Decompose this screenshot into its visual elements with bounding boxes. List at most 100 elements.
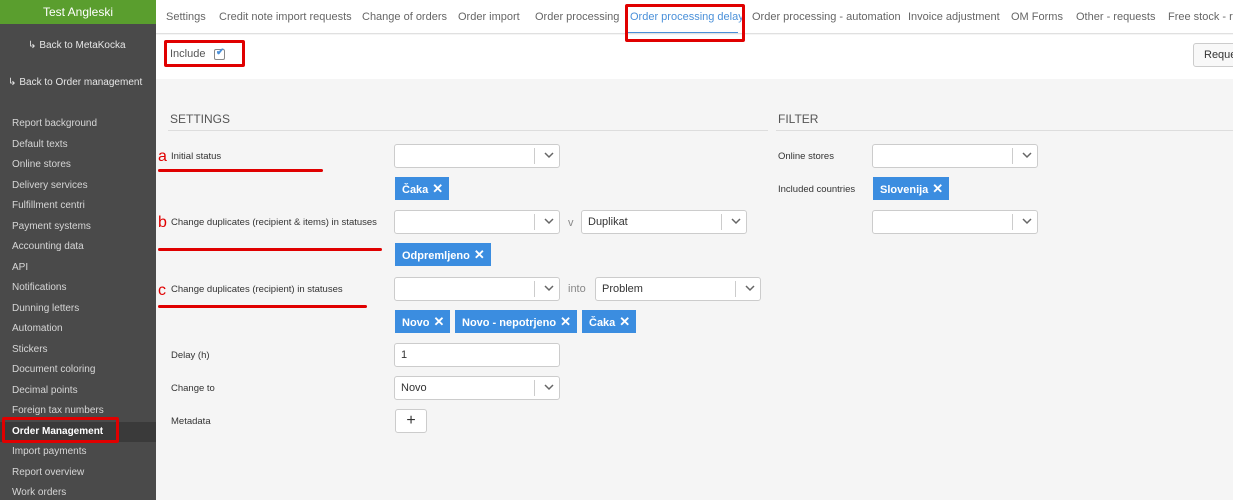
filter-section-title: FILTER: [778, 112, 819, 126]
tab-order-processing-automation[interactable]: Order processing - automation: [752, 11, 901, 23]
tab-credit-note-import-requests[interactable]: Credit note import requests: [219, 11, 352, 23]
chevron-down-icon: [544, 217, 554, 225]
tag-label: Čaka: [402, 184, 429, 196]
chevron-down-icon: [544, 151, 554, 159]
sidebar-item-dunning-letters[interactable]: Dunning letters: [0, 299, 156, 320]
select-separator: [1012, 214, 1013, 230]
initial-status-label: Initial status: [171, 151, 222, 162]
status-tag: Čaka ✕: [395, 177, 450, 200]
delay-value: 1: [401, 349, 408, 361]
chevron-down-icon: [544, 284, 554, 292]
tag-label: Novo: [402, 317, 430, 329]
filter-divider: [776, 130, 1233, 131]
back-to-metakocka-link[interactable]: ↳ Back to MetaKocka: [28, 38, 126, 54]
country-tag: Slovenija ✕: [873, 177, 950, 200]
annotation-b: b: [158, 214, 167, 231]
back-to-order-management-label: Back to Order management: [19, 77, 143, 88]
tag-label: Novo - nepotrjeno: [462, 317, 557, 329]
underline-a: [158, 169, 323, 172]
remove-tag-icon[interactable]: ✕: [432, 181, 443, 196]
sidebar-item-decimal-points[interactable]: Decimal points: [0, 381, 156, 402]
sidebar-item-report-background[interactable]: Report background: [0, 114, 156, 135]
sidebar-item-payment-systems[interactable]: Payment systems: [0, 217, 156, 238]
underline-b: [158, 248, 382, 251]
select-separator: [721, 214, 722, 230]
remove-tag-icon[interactable]: ✕: [619, 314, 630, 329]
select-separator: [534, 148, 535, 164]
sidebar-item-online-stores[interactable]: Online stores: [0, 155, 156, 176]
metadata-label: Metadata: [171, 416, 211, 427]
status-tag: Novo - nepotrjeno ✕: [455, 310, 578, 333]
company-title: Test Angleski: [0, 0, 156, 24]
status-tag: Novo ✕: [395, 310, 451, 333]
tab-om-forms[interactable]: OM Forms: [1011, 11, 1063, 23]
change-duplicates-recipient-select[interactable]: [394, 277, 560, 301]
delay-input[interactable]: 1: [394, 343, 560, 367]
remove-tag-icon[interactable]: ✕: [474, 247, 485, 262]
duplicates-recipient-target-select[interactable]: Problem: [595, 277, 761, 301]
sidebar-item-report-overview[interactable]: Report overview: [0, 463, 156, 484]
tab-other-requests[interactable]: Other - requests: [1076, 11, 1155, 23]
change-duplicates-recipient-label: Change duplicates (recipient) in statuse…: [171, 284, 343, 295]
initial-status-select[interactable]: [394, 144, 560, 168]
sign-out-icon: ↳: [28, 40, 37, 51]
included-countries-label: Included countries: [778, 184, 856, 195]
add-metadata-button[interactable]: +: [395, 409, 427, 433]
change-duplicates-items-label: Change duplicates (recipient & items) in…: [171, 217, 377, 228]
duplicates-recipient-target-value: Problem: [602, 283, 643, 295]
sidebar-item-accounting-data[interactable]: Accounting data: [0, 237, 156, 258]
request-button[interactable]: Reque: [1193, 43, 1233, 67]
settings-section-title: SETTINGS: [170, 112, 231, 126]
select-separator: [1012, 148, 1013, 164]
status-tag: Čaka ✕: [582, 310, 637, 333]
tab-invoice-adjustment[interactable]: Invoice adjustment: [908, 11, 1000, 23]
tab-free-stock[interactable]: Free stock - res: [1168, 11, 1233, 23]
tab-order-processing[interactable]: Order processing: [535, 11, 619, 23]
duplicates-items-target-value: Duplikat: [588, 216, 628, 228]
sidebar-item-document-coloring[interactable]: Document coloring: [0, 360, 156, 381]
tag-label: Slovenija: [880, 184, 929, 196]
back-to-metakocka-label: Back to MetaKocka: [39, 40, 126, 51]
included-countries-select[interactable]: [872, 210, 1038, 234]
status-tag: Odpremljeno ✕: [395, 243, 491, 266]
underline-c: [158, 305, 367, 308]
remove-tag-icon[interactable]: ✕: [560, 314, 571, 329]
settings-divider: [168, 130, 768, 131]
duplicates-items-target-select[interactable]: Duplikat: [581, 210, 747, 234]
sidebar-item-api[interactable]: API: [0, 258, 156, 279]
sidebar-item-delivery-services[interactable]: Delivery services: [0, 176, 156, 197]
tab-order-import[interactable]: Order import: [458, 11, 520, 23]
sign-out-icon: ↳: [8, 77, 17, 88]
select-separator: [534, 380, 535, 396]
chevron-down-icon: [544, 383, 554, 391]
select-separator: [534, 281, 535, 297]
change-to-value: Novo: [401, 382, 427, 394]
sidebar-item-import-payments[interactable]: Import payments: [0, 442, 156, 463]
highlight-include: [164, 40, 245, 67]
delay-label: Delay (h): [171, 350, 210, 361]
highlight-order-management: [2, 417, 119, 443]
change-duplicates-items-select[interactable]: [394, 210, 560, 234]
select-separator: [735, 281, 736, 297]
chevron-down-icon: [1022, 151, 1032, 159]
joiner-into: into: [568, 283, 586, 295]
remove-tag-icon[interactable]: ✕: [932, 181, 943, 196]
remove-tag-icon[interactable]: ✕: [434, 314, 445, 329]
tab-settings[interactable]: Settings: [166, 11, 206, 23]
online-stores-label: Online stores: [778, 151, 834, 162]
sidebar-item-default-texts[interactable]: Default texts: [0, 135, 156, 156]
sidebar-item-work-orders[interactable]: Work orders: [0, 483, 156, 500]
tab-change-of-orders[interactable]: Change of orders: [362, 11, 447, 23]
tag-label: Čaka: [589, 317, 616, 329]
sidebar-item-notifications[interactable]: Notifications: [0, 278, 156, 299]
annotation-a: a: [158, 148, 167, 165]
change-to-select[interactable]: Novo: [394, 376, 560, 400]
sidebar-item-fulfillment-centri[interactable]: Fulfillment centri: [0, 196, 156, 217]
chevron-down-icon: [1022, 217, 1032, 225]
back-to-order-management-link[interactable]: ↳ Back to Order management: [8, 75, 142, 91]
online-stores-select[interactable]: [872, 144, 1038, 168]
tag-label: Odpremljeno: [402, 250, 470, 262]
highlight-active-tab: [625, 4, 745, 42]
sidebar-item-stickers[interactable]: Stickers: [0, 340, 156, 361]
sidebar-item-automation[interactable]: Automation: [0, 319, 156, 340]
